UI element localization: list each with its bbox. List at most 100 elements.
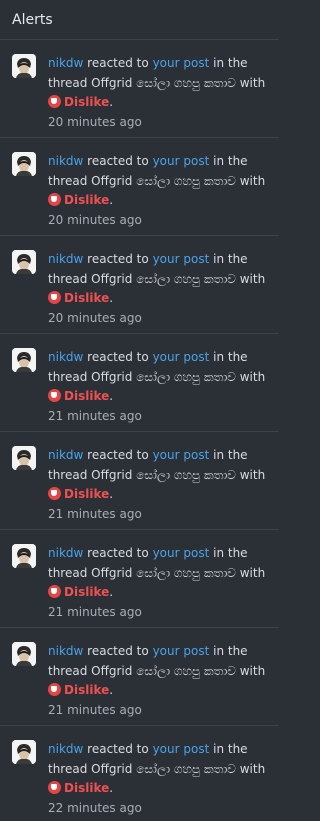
thread-title[interactable]: Offgrid සෝලා ගහපු කතාව [91, 762, 236, 776]
alert-item[interactable]: nikdw reacted to your post in the thread… [0, 40, 279, 138]
reaction-label: Dislike [64, 781, 110, 795]
username-link[interactable]: nikdw [48, 252, 83, 266]
alert-timestamp: 20 minutes ago [48, 310, 142, 325]
username-link[interactable]: nikdw [48, 350, 83, 364]
alert-body: nikdw reacted to your post in the thread… [48, 446, 269, 529]
alert-timestamp: 22 minutes ago [48, 800, 142, 815]
alert-body: nikdw reacted to your post in the thread… [48, 642, 269, 725]
username-link[interactable]: nikdw [48, 56, 83, 70]
reaction-label: Dislike [64, 193, 110, 207]
post-link[interactable]: your post [153, 644, 210, 658]
dislike-icon [48, 389, 61, 402]
user-avatar[interactable] [12, 152, 36, 176]
alert-body: nikdw reacted to your post in the thread… [48, 250, 269, 333]
thread-title[interactable]: Offgrid සෝලා ගහපු කතාව [91, 174, 236, 188]
thread-title[interactable]: Offgrid සෝලා ගහපු කතාව [91, 468, 236, 482]
post-link[interactable]: your post [153, 546, 210, 560]
dislike-icon [48, 683, 61, 696]
alert-verb: reacted to [87, 350, 149, 364]
alert-period: . [109, 683, 114, 697]
post-link[interactable]: your post [153, 448, 210, 462]
alert-item[interactable]: nikdw reacted to your post in the thread… [0, 530, 279, 628]
user-avatar[interactable] [12, 54, 36, 78]
alert-verb: reacted to [87, 56, 149, 70]
alerts-list: nikdw reacted to your post in the thread… [0, 40, 279, 821]
post-link[interactable]: your post [153, 56, 210, 70]
alert-timestamp: 21 minutes ago [48, 702, 142, 717]
user-avatar[interactable] [12, 250, 36, 274]
alert-item[interactable]: nikdw reacted to your post in the thread… [0, 236, 279, 334]
alert-verb: reacted to [87, 742, 149, 756]
username-link[interactable]: nikdw [48, 644, 83, 658]
alert-verb: reacted to [87, 448, 149, 462]
user-avatar[interactable] [12, 740, 36, 764]
post-link[interactable]: your post [153, 742, 210, 756]
thread-title[interactable]: Offgrid සෝලා ගහපු කතාව [91, 272, 236, 286]
alert-period: . [109, 487, 114, 501]
alert-body: nikdw reacted to your post in the thread… [48, 544, 269, 627]
alert-with-text: with [239, 75, 266, 90]
user-avatar[interactable] [12, 348, 36, 372]
alert-item[interactable]: nikdw reacted to your post in the thread… [0, 138, 279, 236]
dislike-icon [48, 781, 61, 794]
reaction-label: Dislike [64, 683, 110, 697]
reaction-label: Dislike [64, 389, 110, 403]
reaction-label: Dislike [64, 487, 110, 501]
reaction-label: Dislike [64, 95, 110, 109]
user-avatar[interactable] [12, 544, 36, 568]
alert-period: . [109, 291, 114, 305]
thread-title[interactable]: Offgrid සෝලා ගහපු කතාව [91, 370, 236, 384]
post-link[interactable]: your post [153, 252, 210, 266]
alert-verb: reacted to [87, 644, 149, 658]
alert-body: nikdw reacted to your post in the thread… [48, 54, 269, 137]
alert-body: nikdw reacted to your post in the thread… [48, 348, 269, 431]
dislike-icon [48, 585, 61, 598]
alerts-header: Alerts [0, 0, 279, 40]
thread-title[interactable]: Offgrid සෝලා ගහපු කතාව [91, 664, 236, 678]
reaction-label: Dislike [64, 291, 110, 305]
alert-with-text: with [239, 565, 266, 580]
alert-period: . [109, 585, 114, 599]
alert-with-text: with [239, 761, 266, 776]
alert-timestamp: 20 minutes ago [48, 212, 142, 227]
username-link[interactable]: nikdw [48, 546, 83, 560]
alert-period: . [109, 95, 114, 109]
alert-period: . [109, 389, 114, 403]
alert-verb: reacted to [87, 546, 149, 560]
alert-with-text: with [239, 369, 266, 384]
alert-item[interactable]: nikdw reacted to your post in the thread… [0, 432, 279, 530]
alert-body: nikdw reacted to your post in the thread… [48, 740, 269, 821]
alert-period: . [109, 781, 114, 795]
alert-body: nikdw reacted to your post in the thread… [48, 152, 269, 235]
reaction-label: Dislike [64, 585, 110, 599]
alert-with-text: with [239, 271, 266, 286]
alert-with-text: with [239, 663, 266, 678]
dislike-icon [48, 487, 61, 500]
dislike-icon [48, 193, 61, 206]
alert-item[interactable]: nikdw reacted to your post in the thread… [0, 334, 279, 432]
alert-verb: reacted to [87, 154, 149, 168]
username-link[interactable]: nikdw [48, 448, 83, 462]
alert-item[interactable]: nikdw reacted to your post in the thread… [0, 628, 279, 726]
user-avatar[interactable] [12, 446, 36, 470]
user-avatar[interactable] [12, 642, 36, 666]
alert-timestamp: 20 minutes ago [48, 114, 142, 129]
username-link[interactable]: nikdw [48, 742, 83, 756]
post-link[interactable]: your post [153, 350, 210, 364]
alert-verb: reacted to [87, 252, 149, 266]
alerts-title: Alerts [12, 11, 53, 28]
alert-with-text: with [239, 467, 266, 482]
alerts-panel: Alerts nikdw reacted to your post in the… [0, 0, 279, 821]
alert-with-text: with [239, 173, 266, 188]
dislike-icon [48, 291, 61, 304]
alert-timestamp: 21 minutes ago [48, 506, 142, 521]
alert-timestamp: 21 minutes ago [48, 408, 142, 423]
post-link[interactable]: your post [153, 154, 210, 168]
alert-item[interactable]: nikdw reacted to your post in the thread… [0, 726, 279, 821]
thread-title[interactable]: Offgrid සෝලා ගහපු කතාව [91, 76, 236, 90]
alert-timestamp: 21 minutes ago [48, 604, 142, 619]
dislike-icon [48, 95, 61, 108]
username-link[interactable]: nikdw [48, 154, 83, 168]
thread-title[interactable]: Offgrid සෝලා ගහපු කතාව [91, 566, 236, 580]
alert-period: . [109, 193, 114, 207]
